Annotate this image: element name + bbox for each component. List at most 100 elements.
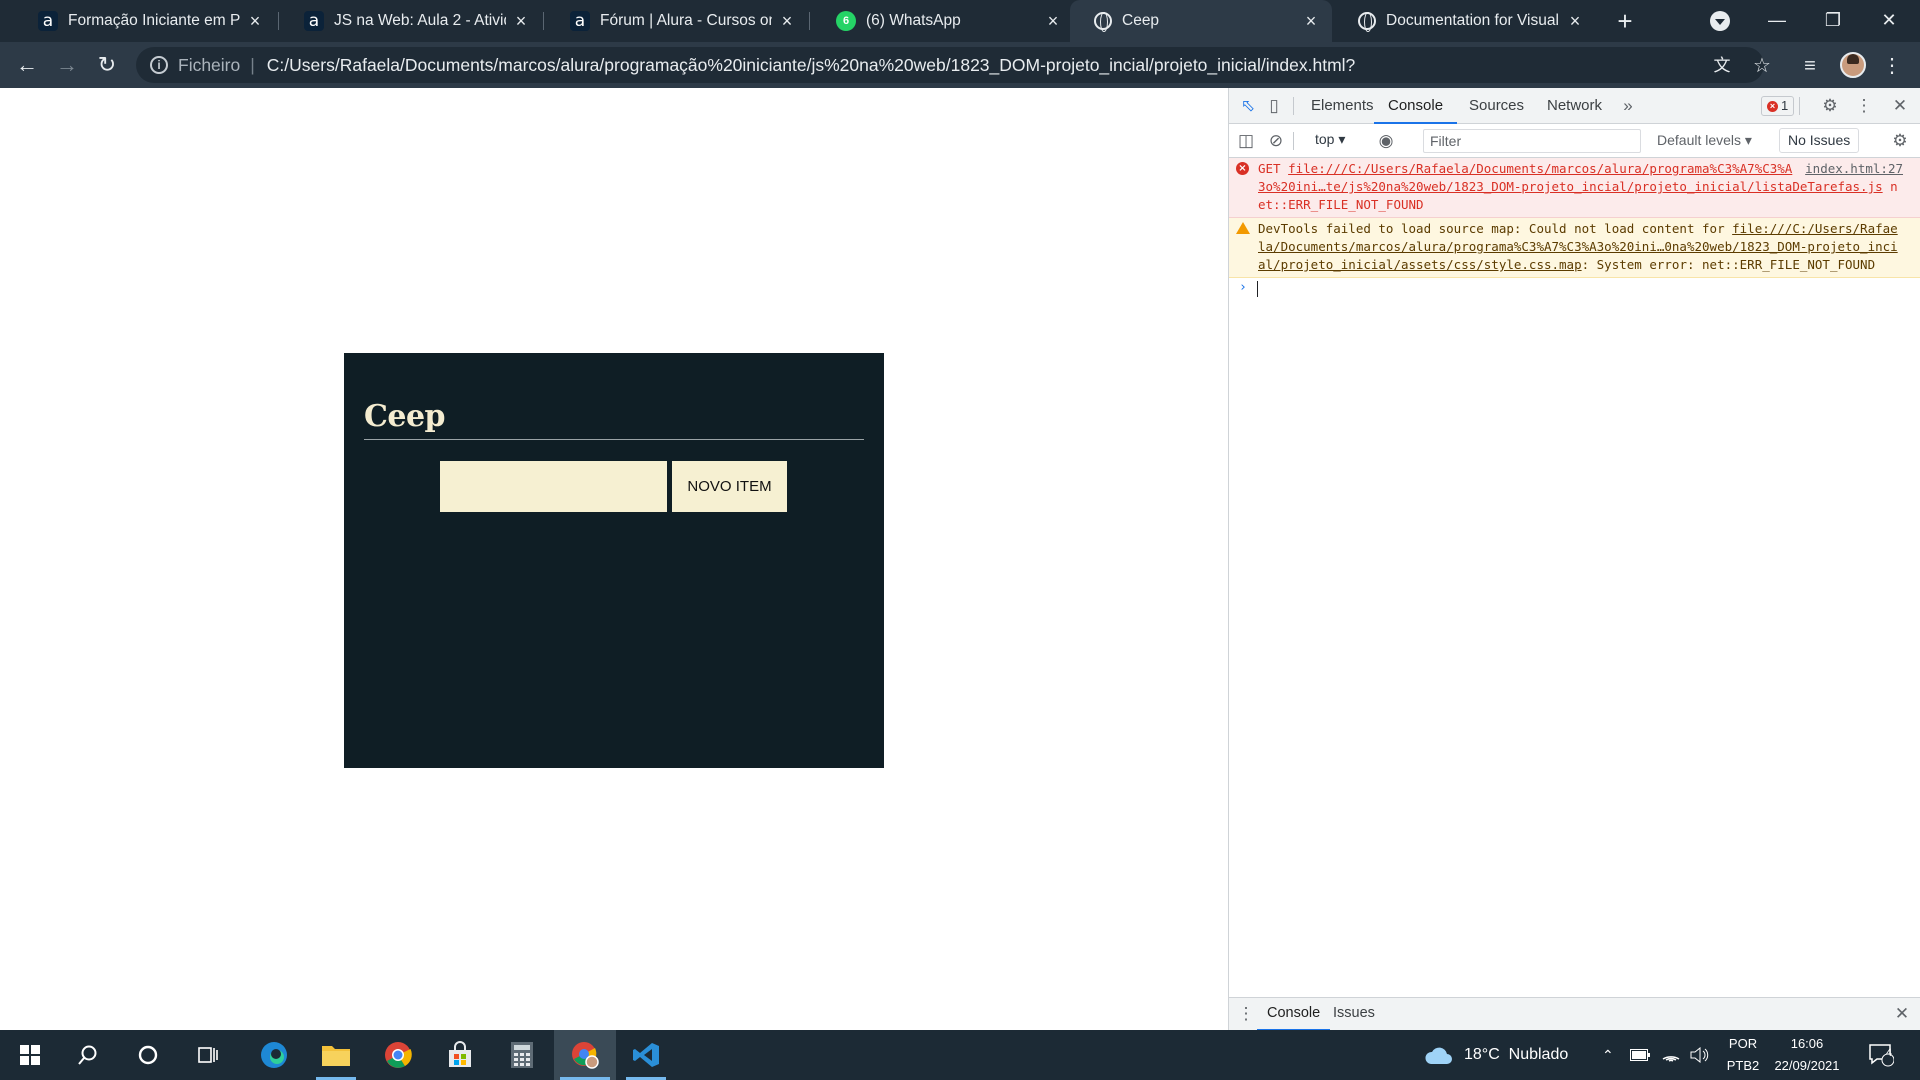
levels-label: Default levels bbox=[1657, 132, 1742, 148]
task-view-icon[interactable] bbox=[182, 1030, 234, 1080]
clock-time[interactable]: 16:06 bbox=[1764, 1034, 1850, 1054]
devtools-menu-icon[interactable]: ⋮ bbox=[1853, 95, 1875, 117]
browser-tab-js-na-web[interactable]: a JS na Web: Aula 2 - Atividad × bbox=[280, 0, 542, 42]
tab-title: (6) WhatsApp bbox=[866, 12, 961, 29]
keyboard-layout-indicator[interactable]: PTB2 bbox=[1716, 1056, 1770, 1076]
windows-start-icon[interactable] bbox=[4, 1030, 56, 1080]
device-toolbar-icon[interactable]: ▯ bbox=[1263, 95, 1285, 117]
chrome-profile-icon[interactable] bbox=[554, 1030, 616, 1080]
clear-console-icon[interactable]: ⊘ bbox=[1265, 130, 1287, 152]
console-output: × index.html:27 GET file:///C:/Users/Raf… bbox=[1229, 158, 1920, 300]
new-item-button[interactable]: NOVO ITEM bbox=[672, 461, 787, 512]
devtools-tabbar: ⬁ ▯ Elements Console Sources Network » ×… bbox=[1229, 88, 1920, 124]
show-hidden-icons-chevron-icon[interactable]: ⌃ bbox=[1602, 1030, 1614, 1080]
console-filter-bar: ◫ ⊘ top ▾ ◉ Default levels ▾ No Issues ⚙ bbox=[1229, 124, 1920, 158]
translate-icon[interactable]: 文 bbox=[1710, 54, 1734, 78]
browser-tab-documentation[interactable]: Documentation for Visual S × bbox=[1334, 0, 1596, 42]
address-scheme-label: Ficheiro bbox=[178, 54, 241, 75]
close-icon[interactable]: × bbox=[1566, 11, 1584, 32]
notifications-icon[interactable]: 4 bbox=[1868, 1030, 1894, 1080]
alura-icon: a bbox=[570, 11, 590, 31]
log-levels-dropdown[interactable]: Default levels ▾ bbox=[1657, 132, 1752, 149]
inspect-element-icon[interactable]: ⬁ bbox=[1237, 95, 1259, 117]
tab-sources[interactable]: Sources bbox=[1455, 88, 1538, 124]
tab-search-icon[interactable] bbox=[1710, 11, 1730, 31]
more-tabs-icon[interactable]: » bbox=[1617, 95, 1639, 117]
tab-title: Documentation for Visual S bbox=[1386, 12, 1560, 29]
battery-icon[interactable] bbox=[1630, 1030, 1650, 1080]
reload-icon[interactable]: ↻ bbox=[92, 50, 122, 80]
address-bar[interactable]: i Ficheiro | C:/Users/Rafaela/Documents/… bbox=[136, 47, 1764, 83]
issues-button[interactable]: No Issues bbox=[1779, 128, 1860, 153]
vscode-icon[interactable] bbox=[620, 1030, 672, 1080]
window-close-icon[interactable]: ✕ bbox=[1862, 0, 1916, 42]
context-selector[interactable]: top ▾ bbox=[1315, 131, 1345, 148]
tab-console[interactable]: Console bbox=[1374, 88, 1458, 124]
volume-icon[interactable] bbox=[1690, 1030, 1710, 1080]
close-icon[interactable]: × bbox=[1044, 11, 1062, 32]
profile-avatar[interactable] bbox=[1840, 52, 1866, 78]
weather-text: 18°C Nublado bbox=[1464, 1046, 1569, 1063]
close-drawer-icon[interactable]: ✕ bbox=[1891, 1003, 1913, 1025]
language-indicator[interactable]: POR bbox=[1716, 1034, 1770, 1054]
close-icon[interactable]: × bbox=[1302, 11, 1320, 32]
devtools-drawer: ⋮ Console Issues ✕ bbox=[1229, 997, 1920, 1031]
tab-separator bbox=[809, 12, 810, 30]
warning-text: DevTools failed to load source map: Coul… bbox=[1258, 221, 1725, 236]
console-error-message: × index.html:27 GET file:///C:/Users/Raf… bbox=[1229, 158, 1920, 218]
close-icon[interactable]: × bbox=[246, 11, 264, 32]
console-warning-message: DevTools failed to load source map: Coul… bbox=[1229, 218, 1920, 278]
browser-tab-formacao[interactable]: a Formação Iniciante em Prog × bbox=[14, 0, 276, 42]
forward-arrow-icon[interactable]: → bbox=[52, 50, 82, 80]
page-title: Ceep bbox=[364, 399, 446, 434]
browser-tab-forum[interactable]: a Fórum | Alura - Cursos onlir × bbox=[546, 0, 808, 42]
new-item-input[interactable] bbox=[440, 461, 667, 512]
tab-title: Fórum | Alura - Cursos onlir bbox=[600, 12, 772, 29]
weather-widget[interactable]: 18°C Nublado bbox=[1424, 1030, 1568, 1080]
windows-taskbar: 18°C Nublado ⌃ POR PTB2 16:06 22/09/2021… bbox=[0, 1030, 1920, 1080]
new-tab-button[interactable]: + bbox=[1610, 6, 1640, 36]
chrome-icon[interactable] bbox=[372, 1030, 424, 1080]
drawer-tab-console[interactable]: Console bbox=[1257, 998, 1331, 1031]
globe-icon bbox=[1358, 12, 1376, 32]
edge-browser-icon[interactable] bbox=[248, 1030, 300, 1080]
console-filter-input[interactable] bbox=[1423, 129, 1641, 153]
settings-gear-icon[interactable]: ⚙ bbox=[1819, 95, 1841, 117]
error-source-link[interactable]: index.html:27 bbox=[1805, 160, 1903, 178]
prompt-chevron-icon: › bbox=[1239, 280, 1247, 295]
drawer-menu-icon[interactable]: ⋮ bbox=[1235, 1003, 1257, 1025]
error-method: GET bbox=[1258, 161, 1281, 176]
restore-icon[interactable]: ❐ bbox=[1806, 0, 1860, 42]
cortana-icon[interactable] bbox=[122, 1030, 174, 1080]
wifi-icon[interactable] bbox=[1662, 1030, 1680, 1080]
microsoft-store-icon[interactable] bbox=[434, 1030, 486, 1080]
close-icon[interactable]: × bbox=[512, 11, 530, 32]
live-expression-eye-icon[interactable]: ◉ bbox=[1375, 130, 1397, 152]
calculator-icon[interactable] bbox=[496, 1030, 548, 1080]
reading-list-icon[interactable]: ≡ bbox=[1798, 54, 1822, 78]
browser-menu-icon[interactable]: ⋮ bbox=[1880, 54, 1904, 78]
error-count-badge[interactable]: × 1 bbox=[1761, 96, 1795, 116]
tab-network[interactable]: Network bbox=[1533, 88, 1616, 124]
divider bbox=[1799, 97, 1800, 115]
address-url[interactable]: C:/Users/Rafaela/Documents/marcos/alura/… bbox=[267, 55, 1355, 76]
browser-tab-ceep[interactable]: Ceep × bbox=[1070, 0, 1332, 42]
console-settings-gear-icon[interactable]: ⚙ bbox=[1889, 130, 1911, 152]
back-arrow-icon[interactable]: ← bbox=[12, 50, 42, 80]
console-prompt[interactable]: › bbox=[1229, 278, 1920, 300]
error-url-link[interactable]: file:///C:/Users/Rafaela/Documents/marco… bbox=[1258, 161, 1883, 194]
drawer-tab-issues[interactable]: Issues bbox=[1323, 998, 1385, 1031]
info-icon[interactable]: i bbox=[150, 56, 168, 74]
search-icon[interactable] bbox=[62, 1030, 114, 1080]
close-devtools-icon[interactable]: ✕ bbox=[1889, 95, 1911, 117]
file-explorer-icon[interactable] bbox=[310, 1030, 362, 1080]
browser-tab-whatsapp[interactable]: 6 (6) WhatsApp × bbox=[812, 0, 1074, 42]
warning-icon bbox=[1236, 222, 1250, 234]
sidebar-toggle-icon[interactable]: ◫ bbox=[1235, 130, 1257, 152]
minimize-icon[interactable]: — bbox=[1750, 0, 1804, 42]
close-icon[interactable]: × bbox=[778, 11, 796, 32]
tab-separator bbox=[543, 12, 544, 30]
bookmark-star-icon[interactable]: ☆ bbox=[1750, 54, 1774, 78]
clock-date[interactable]: 22/09/2021 bbox=[1764, 1056, 1850, 1076]
devtools-panel: ⬁ ▯ Elements Console Sources Network » ×… bbox=[1228, 88, 1920, 1031]
